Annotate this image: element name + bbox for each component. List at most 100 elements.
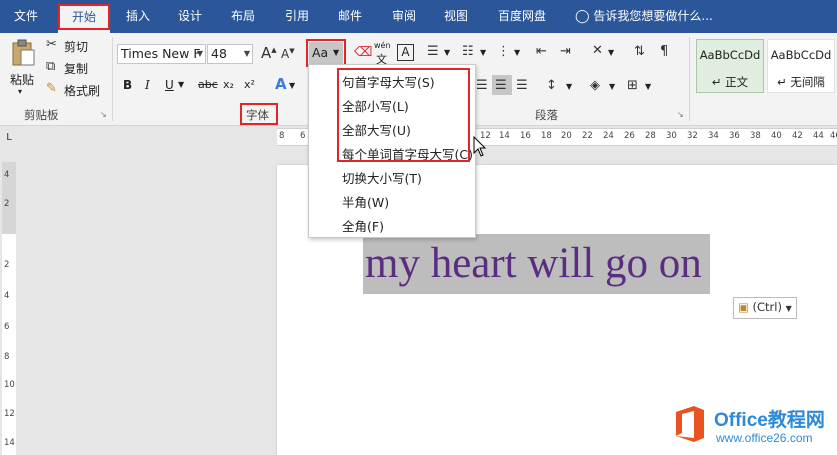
chevron-down-icon[interactable]: ▼	[645, 82, 651, 91]
clipboard-icon: ▣	[738, 300, 749, 314]
menu-item-toggle-case[interactable]: 切换大小写(T)	[342, 168, 422, 187]
highlight-menu-items	[337, 68, 470, 162]
chevron-down-icon[interactable]: ▼	[444, 48, 450, 57]
clear-formatting-icon[interactable]: ⌫	[354, 46, 372, 59]
highlight-change-case	[306, 39, 346, 67]
ruler-number: 4	[4, 291, 10, 301]
paste-button[interactable]: 粘贴 ▾	[6, 37, 40, 96]
menu-item-full-width[interactable]: 全角(F)	[342, 216, 384, 235]
ruler-number: 8	[279, 131, 285, 141]
character-border-button[interactable]: A	[397, 44, 414, 61]
phonetic-guide-button[interactable]: wén 文	[374, 41, 392, 66]
bullets-icon[interactable]: ☰	[427, 45, 439, 58]
tab-review[interactable]: 审阅	[380, 0, 428, 33]
paste-options-button[interactable]: ▣ (Ctrl) ▼	[733, 297, 797, 319]
chevron-down-icon: ▼	[785, 304, 792, 313]
shading-icon[interactable]: ◈	[590, 79, 600, 92]
chevron-down-icon[interactable]: ▼	[608, 48, 614, 57]
style-sample: AaBbCcDd	[770, 48, 832, 62]
font-family-combo[interactable]: Times New F ▼	[117, 44, 206, 64]
bold-button[interactable]: B	[123, 78, 132, 92]
ruler-number: 32	[687, 131, 698, 141]
chevron-down-icon[interactable]: ▼	[566, 82, 572, 91]
chevron-down-icon[interactable]: ▼	[609, 82, 615, 91]
italic-button[interactable]: I	[145, 78, 150, 92]
tab-layout[interactable]: 布局	[219, 0, 267, 33]
line-spacing-icon[interactable]: ↕	[546, 79, 557, 92]
tab-file[interactable]: 文件	[0, 0, 52, 33]
chevron-down-icon[interactable]: ▼	[480, 48, 486, 57]
superscript-button[interactable]: x²	[244, 78, 255, 91]
vertical-ruler[interactable]: 4 2 2 4 6 8 10 12 14	[2, 162, 16, 455]
subscript-button[interactable]: x₂	[223, 78, 234, 91]
ribbon-tab-bar: 文件 开始 插入 设计 布局 引用 邮件 审阅 视图 百度网盘 ◯ 告诉我您想要…	[0, 0, 837, 33]
style-name: ↵ 正文	[711, 75, 749, 89]
ruler-number: 8	[4, 352, 10, 362]
distributed-icon[interactable]: ☰	[516, 79, 528, 92]
dialog-launcher-icon[interactable]: ↘	[100, 111, 107, 119]
align-right-icon[interactable]: ☰	[476, 79, 488, 92]
ruler-number: 38	[750, 131, 761, 141]
lightbulb-icon: ◯	[575, 9, 590, 24]
clipboard-group-label: 剪贴板	[24, 108, 59, 122]
shrink-font-icon[interactable]: A▼	[281, 48, 295, 61]
menu-item-half-width[interactable]: 半角(W)	[342, 192, 389, 211]
tell-me-text: 告诉我您想要做什么...	[593, 9, 713, 23]
ruler-number: 12	[4, 409, 15, 419]
grow-font-icon[interactable]: A▲	[261, 46, 277, 61]
style-sample: AaBbCcDd	[699, 48, 761, 62]
chevron-down-icon[interactable]: ▼	[289, 81, 295, 90]
copy-label: 复制	[64, 62, 89, 76]
copy-button[interactable]: ⧉ 复制	[46, 59, 106, 77]
chevron-down-icon: ▼	[196, 49, 203, 58]
tell-me-box[interactable]: ◯ 告诉我您想要做什么...	[575, 0, 713, 33]
clipboard-icon	[12, 39, 35, 66]
justify-icon: ☰	[495, 78, 507, 93]
tab-selector[interactable]: L	[2, 131, 16, 145]
ruler-number: 40	[771, 131, 782, 141]
ruler-number: 44	[813, 131, 824, 141]
mouse-pointer-icon	[473, 136, 487, 157]
show-marks-icon[interactable]: ¶	[660, 45, 668, 58]
multilevel-list-icon[interactable]: ⋮	[497, 45, 510, 58]
ruler-number: 10	[4, 380, 15, 390]
watermark-title: Office教程网	[714, 410, 825, 431]
tab-insert[interactable]: 插入	[114, 0, 162, 33]
cut-button[interactable]: ✂ 剪切	[46, 37, 106, 55]
dialog-launcher-icon[interactable]: ↘	[677, 111, 684, 119]
watermark-url: www.office26.com	[716, 431, 813, 445]
strikethrough-button[interactable]: abc	[198, 78, 218, 91]
ruler-number: 6	[300, 131, 306, 141]
style-normal[interactable]: AaBbCcDd ↵ 正文	[696, 39, 764, 93]
style-name: ↵ 无间隔	[777, 75, 825, 89]
tab-view[interactable]: 视图	[432, 0, 480, 33]
tab-design[interactable]: 设计	[166, 0, 214, 33]
underline-button[interactable]: U	[165, 78, 174, 92]
ruler-number: 4	[4, 170, 10, 180]
ruler-number: 26	[624, 131, 635, 141]
ruler-number: 36	[729, 131, 740, 141]
group-separator	[689, 37, 690, 121]
style-no-spacing[interactable]: AaBbCcDd ↵ 无间隔	[767, 39, 835, 93]
tab-baidu[interactable]: 百度网盘	[488, 0, 556, 33]
chevron-down-icon[interactable]: ▼	[514, 48, 520, 57]
ruler-number: 34	[708, 131, 719, 141]
chevron-down-icon[interactable]: ▼	[178, 80, 184, 89]
format-painter-button[interactable]: ✎ 格式刷	[46, 81, 108, 99]
scissors-icon: ✂	[46, 37, 57, 52]
borders-icon[interactable]: ⊞	[627, 79, 638, 92]
sort-icon[interactable]: ⇅	[634, 45, 645, 58]
chevron-down-icon: ▾	[18, 87, 23, 96]
decrease-indent-icon[interactable]: ⇤	[536, 45, 547, 58]
font-size-combo[interactable]: 48 ▼	[207, 44, 253, 64]
text-effects-button[interactable]: A	[275, 75, 287, 93]
tab-references[interactable]: 引用	[273, 0, 321, 33]
ruler-number: 14	[4, 438, 15, 448]
ruler-number: 18	[541, 131, 552, 141]
asian-layout-icon[interactable]: ✕	[592, 44, 603, 57]
tab-mailings[interactable]: 邮件	[326, 0, 374, 33]
numbering-icon[interactable]: ☷	[462, 45, 474, 58]
selected-document-text[interactable]: my heart will go on	[363, 234, 710, 294]
paintbrush-icon: ✎	[46, 81, 57, 96]
increase-indent-icon[interactable]: ⇥	[560, 45, 571, 58]
